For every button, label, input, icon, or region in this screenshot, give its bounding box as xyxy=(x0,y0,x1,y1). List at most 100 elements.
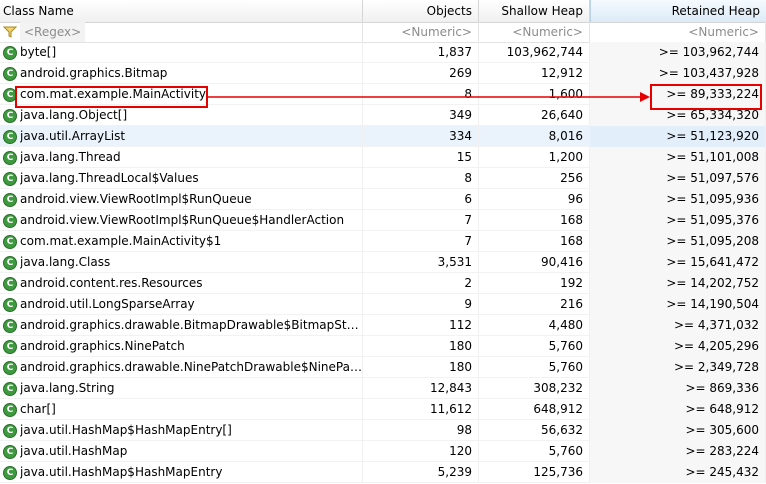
retained-heap-cell: >= 89,333,224 xyxy=(590,84,766,105)
class-icon: C xyxy=(3,465,17,480)
objects-cell: 180 xyxy=(363,357,479,378)
class-name-text: char[] xyxy=(20,402,56,416)
table-row[interactable]: Cjava.lang.ThreadLocal$Values 8 256 >= 51,0… xyxy=(0,168,766,189)
table-row[interactable]: Ccom.mat.example.MainActivity 8 1,600 >= 89… xyxy=(0,84,766,105)
class-icon: C xyxy=(3,108,17,123)
class-name-cell: Cjava.lang.Object[] xyxy=(0,105,363,126)
objects-cell: 11,612 xyxy=(363,399,479,420)
class-name-text: android.graphics.drawable.NinePatchDrawa… xyxy=(20,360,362,374)
objects-cell: 2 xyxy=(363,273,479,294)
class-name-text: java.lang.Object[] xyxy=(20,108,128,122)
column-header-objects[interactable]: Objects xyxy=(363,0,479,22)
class-name-cell: Cjava.util.ArrayList xyxy=(0,126,363,147)
objects-filter-input[interactable]: <Numeric> xyxy=(363,22,479,42)
retained-heap-cell: >= 51,101,008 xyxy=(590,147,766,168)
retained-heap-cell: >= 4,371,032 xyxy=(590,315,766,336)
objects-cell: 112 xyxy=(363,315,479,336)
objects-cell: 120 xyxy=(363,441,479,462)
class-name-text: android.util.LongSparseArray xyxy=(20,297,195,311)
retained-heap-cell: >= 283,224 xyxy=(590,441,766,462)
shallow-heap-cell: 648,912 xyxy=(479,399,590,420)
class-name-cell: Candroid.util.LongSparseArray xyxy=(0,294,363,315)
objects-cell: 269 xyxy=(363,63,479,84)
table-row[interactable]: Cjava.util.HashMap$HashMapEntry[] 98 56,63… xyxy=(0,420,766,441)
table-row[interactable]: Cbyte[] 1,837 103,962,744 >= 103,962,744 xyxy=(0,42,766,63)
class-icon: C xyxy=(3,297,17,312)
class-icon: C xyxy=(3,381,17,396)
shallow-heap-filter-input[interactable]: <Numeric> xyxy=(479,22,590,42)
retained-heap-cell: >= 51,095,936 xyxy=(590,189,766,210)
table-row[interactable]: Candroid.content.res.Resources 2 192 >= 14,… xyxy=(0,273,766,294)
class-name-text: com.mat.example.MainActivity xyxy=(20,87,206,101)
shallow-heap-cell: 216 xyxy=(479,294,590,315)
table-row[interactable]: Candroid.graphics.drawable.NinePatchDraw… xyxy=(0,357,766,378)
filter-icon xyxy=(3,25,17,39)
class-name-filter[interactable]: <Regex> xyxy=(0,22,363,42)
retained-heap-filter-input[interactable]: <Numeric> xyxy=(590,22,766,42)
column-header-retained-heap[interactable]: Retained Heap xyxy=(590,0,766,22)
objects-cell: 6 xyxy=(363,189,479,210)
class-name-text: com.mat.example.MainActivity$1 xyxy=(20,234,222,248)
table-row[interactable]: Candroid.view.ViewRootImpl$RunQueue$Hand… xyxy=(0,210,766,231)
table-row[interactable]: Cjava.lang.String 12,843 308,232 >= 869,336 xyxy=(0,378,766,399)
retained-heap-cell: >= 51,097,576 xyxy=(590,168,766,189)
shallow-heap-cell: 125,736 xyxy=(479,462,590,483)
table-row[interactable]: Cjava.util.HashMap$HashMapEntry 5,239 125,… xyxy=(0,462,766,483)
objects-cell: 7 xyxy=(363,210,479,231)
table-row[interactable]: Candroid.view.ViewRootImpl$RunQueue 6 96 >=… xyxy=(0,189,766,210)
class-name-cell: Cbyte[] xyxy=(0,42,363,63)
table-row[interactable]: Cjava.lang.Object[] 349 26,640 >= 65,334,32… xyxy=(0,105,766,126)
class-name-text: java.util.HashMap$HashMapEntry[] xyxy=(20,423,232,437)
class-icon: C xyxy=(3,402,17,417)
shallow-heap-cell: 26,640 xyxy=(479,105,590,126)
class-name-cell: Cjava.util.HashMap xyxy=(0,441,363,462)
class-name-cell: Candroid.content.res.Resources xyxy=(0,273,363,294)
table-row[interactable]: Cjava.util.ArrayList 334 8,016 >= 51,123,92… xyxy=(0,126,766,147)
class-name-text: java.lang.ThreadLocal$Values xyxy=(20,171,199,185)
objects-cell: 9 xyxy=(363,294,479,315)
shallow-heap-cell: 103,962,744 xyxy=(479,42,590,63)
class-name-cell: Candroid.graphics.NinePatch xyxy=(0,336,363,357)
class-icon: C xyxy=(3,87,17,102)
class-icon: C xyxy=(3,318,17,333)
class-icon: C xyxy=(3,360,17,375)
class-name-filter-input[interactable]: <Regex> xyxy=(20,22,86,42)
class-name-cell: Cjava.lang.String xyxy=(0,378,363,399)
shallow-heap-cell: 256 xyxy=(479,168,590,189)
shallow-heap-cell: 1,200 xyxy=(479,147,590,168)
class-name-cell: Cchar[] xyxy=(0,399,363,420)
class-name-text: android.graphics.NinePatch xyxy=(20,339,185,353)
shallow-heap-cell: 4,480 xyxy=(479,315,590,336)
shallow-heap-cell: 5,760 xyxy=(479,336,590,357)
class-name-cell: Ccom.mat.example.MainActivity$1 xyxy=(0,231,363,252)
column-header-class-name[interactable]: Class Name xyxy=(0,0,363,22)
class-name-cell: Cjava.lang.ThreadLocal$Values xyxy=(0,168,363,189)
table-row[interactable]: Candroid.graphics.drawable.BitmapDrawabl… xyxy=(0,315,766,336)
class-icon: C xyxy=(3,150,17,165)
objects-cell: 5,239 xyxy=(363,462,479,483)
shallow-heap-cell: 168 xyxy=(479,231,590,252)
objects-cell: 334 xyxy=(363,126,479,147)
table-row[interactable]: Candroid.graphics.NinePatch 180 5,760 >= 4,… xyxy=(0,336,766,357)
objects-cell: 7 xyxy=(363,231,479,252)
table-row[interactable]: Cjava.lang.Class 3,531 90,416 >= 15,641,472 xyxy=(0,252,766,273)
table-row[interactable]: Ccom.mat.example.MainActivity$1 7 168 >= 51… xyxy=(0,231,766,252)
class-icon: C xyxy=(3,45,17,60)
retained-heap-cell: >= 14,190,504 xyxy=(590,294,766,315)
table-row[interactable]: Candroid.graphics.Bitmap 269 12,912 >= 103,… xyxy=(0,63,766,84)
class-name-text: java.util.HashMap xyxy=(20,444,128,458)
shallow-heap-cell: 12,912 xyxy=(479,63,590,84)
class-name-text: android.content.res.Resources xyxy=(20,276,203,290)
class-name-text: android.view.ViewRootImpl$RunQueue xyxy=(20,192,252,206)
shallow-heap-cell: 8,016 xyxy=(479,126,590,147)
column-header-shallow-heap[interactable]: Shallow Heap xyxy=(479,0,590,22)
shallow-heap-cell: 5,760 xyxy=(479,441,590,462)
class-icon: C xyxy=(3,339,17,354)
class-name-text: java.lang.Class xyxy=(20,255,111,269)
table-row[interactable]: Cjava.lang.Thread 15 1,200 >= 51,101,008 xyxy=(0,147,766,168)
class-name-cell: Cjava.util.HashMap$HashMapEntry xyxy=(0,462,363,483)
table-row[interactable]: Cjava.util.HashMap 120 5,760 >= 283,224 xyxy=(0,441,766,462)
table-row[interactable]: Candroid.util.LongSparseArray 9 216 >= 14,1… xyxy=(0,294,766,315)
class-name-text: java.util.HashMap$HashMapEntry xyxy=(20,465,223,479)
table-row[interactable]: Cchar[] 11,612 648,912 >= 648,912 xyxy=(0,399,766,420)
